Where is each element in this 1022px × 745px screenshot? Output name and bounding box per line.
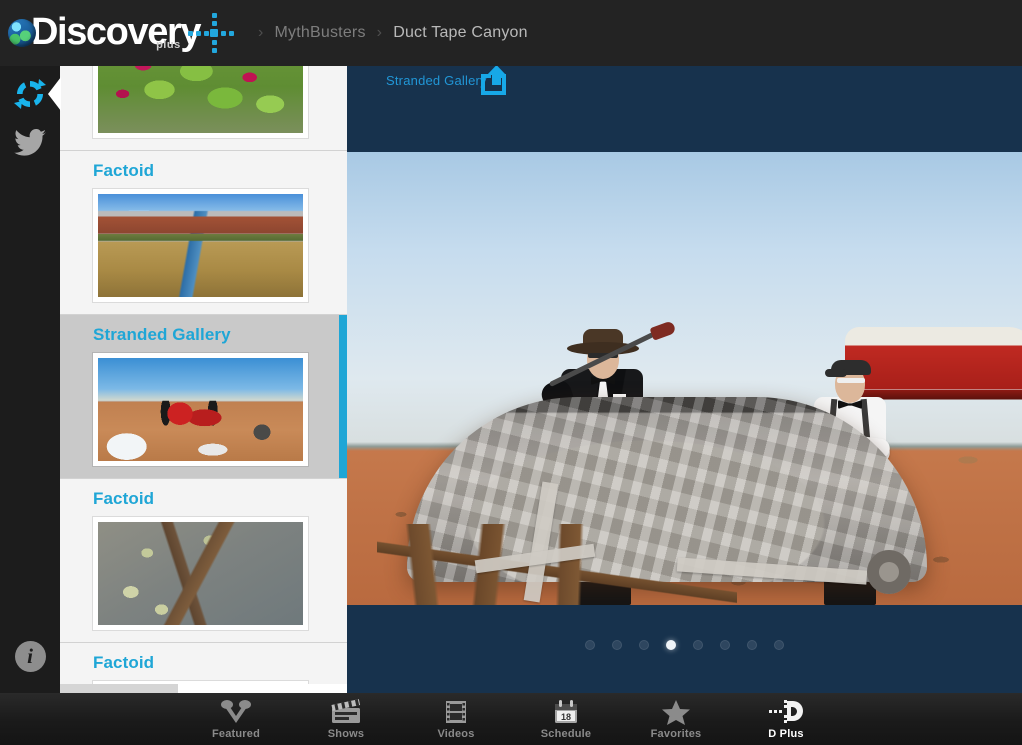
- pagination-dot-active[interactable]: [666, 640, 676, 650]
- discovery-plus-app: Discovery plus › MythBusters › Duct Tape…: [0, 0, 1022, 745]
- list-item-thumbnail[interactable]: [93, 353, 308, 466]
- share-icon: [481, 65, 506, 95]
- gallery-title: Stranded Gallery: [386, 73, 487, 88]
- pagination-dot[interactable]: [612, 640, 622, 650]
- tab-featured[interactable]: Featured: [181, 693, 291, 745]
- pagination-dot[interactable]: [774, 640, 784, 650]
- rail-item-sync[interactable]: [0, 66, 61, 122]
- breadcrumb-separator: ›: [258, 24, 264, 41]
- filmstrip-icon: [443, 699, 469, 725]
- featured-sparkle-icon: [215, 699, 257, 725]
- list-item[interactable]: Factoid: [60, 151, 347, 315]
- pagination-dot[interactable]: [720, 640, 730, 650]
- discovery-plus-logo[interactable]: Discovery plus: [8, 11, 285, 55]
- list-item[interactable]: [60, 55, 347, 151]
- tab-videos[interactable]: Videos: [401, 693, 511, 745]
- gallery-pagination[interactable]: [347, 630, 1022, 660]
- twitter-bird-icon: [13, 129, 47, 157]
- bottom-tab-bar: Featured Shows Videos 18 Schedule Favori…: [0, 693, 1022, 745]
- info-icon: i: [14, 640, 46, 672]
- left-rail: i: [0, 66, 61, 693]
- breadcrumb-item-episode[interactable]: Duct Tape Canyon: [393, 24, 528, 42]
- pagination-dot[interactable]: [639, 640, 649, 650]
- rail-item-twitter[interactable]: [0, 115, 60, 171]
- selection-accent-bar: [339, 315, 347, 478]
- list-item-thumbnail[interactable]: [93, 55, 308, 138]
- tab-label: D Plus: [768, 727, 804, 740]
- tab-dplus[interactable]: D Plus: [731, 693, 841, 745]
- star-icon: [661, 699, 691, 725]
- scrollbar-thumb[interactable]: [178, 684, 347, 693]
- list-item[interactable]: Factoid: [60, 479, 347, 643]
- hero-bundle-wheel: [867, 550, 911, 594]
- app-header: Discovery plus › MythBusters › Duct Tape…: [0, 0, 1022, 66]
- breadcrumb: › MythBusters › Duct Tape Canyon: [258, 0, 528, 66]
- pagination-dot[interactable]: [747, 640, 757, 650]
- list-item-title: Factoid: [93, 161, 155, 180]
- tab-label: Schedule: [540, 727, 592, 740]
- list-item-selected[interactable]: Stranded Gallery: [60, 315, 347, 479]
- share-button[interactable]: [478, 65, 510, 95]
- tab-label: Shows: [327, 727, 365, 740]
- list-item-title: Factoid: [93, 489, 155, 508]
- clapperboard-icon: [330, 698, 362, 725]
- gallery-header: Stranded Gallery: [347, 55, 1022, 152]
- pagination-dot[interactable]: [585, 640, 595, 650]
- tab-shows[interactable]: Shows: [291, 693, 401, 745]
- tab-label: Videos: [437, 727, 475, 740]
- rail-active-chevron-icon: [48, 77, 61, 111]
- rail-item-info[interactable]: i: [0, 628, 60, 684]
- calendar-day-number: 18: [561, 712, 571, 722]
- tab-label: Featured: [211, 727, 261, 740]
- calendar-icon: 18: [552, 699, 580, 725]
- sync-icon: [13, 77, 47, 111]
- d-plus-icon: [768, 699, 804, 725]
- list-item-thumbnail[interactable]: [93, 189, 308, 302]
- list-item-thumbnail[interactable]: [93, 517, 308, 630]
- discovery-globe-icon: [8, 19, 36, 47]
- breadcrumb-item-show[interactable]: MythBusters: [275, 24, 366, 42]
- list-item-title: Stranded Gallery: [93, 325, 231, 344]
- gallery-main-panel: Stranded Gallery: [347, 55, 1022, 693]
- tab-schedule[interactable]: 18 Schedule: [511, 693, 621, 745]
- list-item-title: Factoid: [93, 653, 155, 672]
- sidebar-horizontal-scrollbar[interactable]: [60, 684, 347, 693]
- breadcrumb-separator: ›: [376, 24, 383, 41]
- gallery-sidebar-list[interactable]: Factoid Stranded Gallery Factoid Factoid: [60, 55, 347, 693]
- pagination-dot[interactable]: [693, 640, 703, 650]
- tab-favorites[interactable]: Favorites: [621, 693, 731, 745]
- logo-plus-dots-icon: [185, 11, 245, 55]
- tab-label: Favorites: [650, 727, 702, 740]
- gallery-hero-image[interactable]: [347, 152, 1022, 605]
- logo-plus-word: plus: [156, 39, 181, 51]
